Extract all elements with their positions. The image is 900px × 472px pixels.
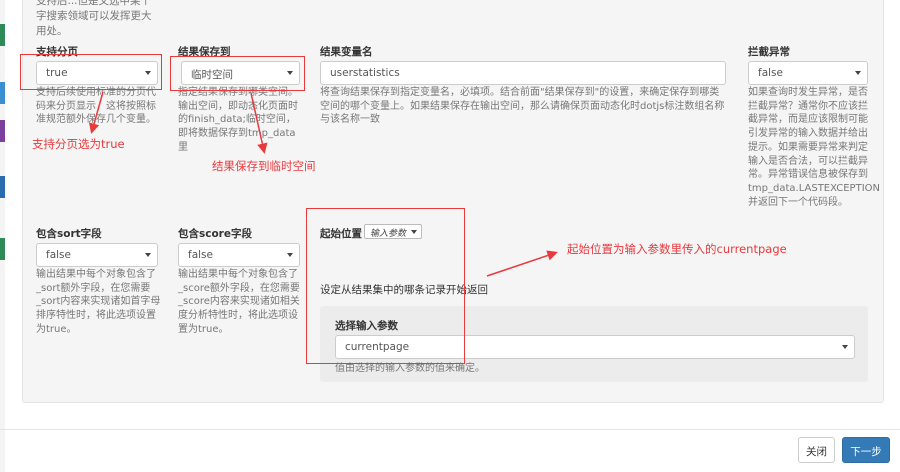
- intercept-help: 如果查询时发生异常，是否拦截异常？通常你不应该拦截异常，而是应该限制可能引发异常…: [748, 87, 880, 208]
- chevron-down-icon: [842, 345, 848, 349]
- save-to-help: 指定结果保存到哪类空间。输出空间，即动态化页面时的finish_data;临时空…: [178, 87, 298, 153]
- chevron-down-icon: [287, 253, 293, 257]
- strip-tab: [0, 24, 5, 46]
- intercept-select[interactable]: false: [748, 61, 868, 85]
- chevron-down-icon: [145, 253, 151, 257]
- annotation-box-start: [306, 208, 465, 364]
- next-button[interactable]: 下一步: [842, 437, 890, 463]
- strip-tab: [0, 238, 5, 260]
- sort-select-value: false: [46, 249, 71, 261]
- sort-label: 包含sort字段: [36, 228, 102, 240]
- footer-divider: [0, 429, 900, 430]
- annotation-box-paging: [20, 54, 162, 90]
- input-param-help: 值由选择的输入参数的值来确定。: [335, 363, 485, 374]
- strip-tab: [0, 120, 5, 142]
- score-label: 包含score字段: [178, 228, 252, 240]
- strip-tab: [0, 82, 5, 104]
- intercept-label: 拦截异常: [748, 46, 790, 58]
- annotation-box-save-to: [170, 56, 305, 91]
- chevron-down-icon: [855, 71, 861, 75]
- left-edge-strip: [0, 0, 5, 472]
- annotation-start: 起始位置为输入参数里传入的currentpage: [567, 242, 787, 256]
- annotation-save-to: 结果保存到临时空间: [212, 159, 316, 173]
- result-var-label: 结果变量名: [320, 46, 373, 58]
- result-var-input[interactable]: userstatistics: [320, 61, 726, 85]
- annotation-paging: 支持分页选为true: [32, 137, 125, 151]
- score-select-value: false: [188, 249, 213, 261]
- result-var-help: 将查询结果保存到指定变量名，必填项。结合前面"结果保存到"的设置，来确定保存到哪…: [320, 87, 725, 126]
- sort-help: 输出结果中每个对象包含了_sort额外字段，在您需要_sort内容来实现诸如首字…: [36, 269, 161, 335]
- intercept-select-value: false: [758, 67, 783, 79]
- score-select[interactable]: false: [178, 243, 300, 267]
- close-button[interactable]: 关闭: [798, 437, 835, 463]
- top-help-text: 支持后...但是文选中某个字搜索领域可以发挥更大用处。: [36, 0, 152, 37]
- paging-help: 支持后续使用标准的分页代码来分页显示，这将按照标准规范额外保存几个变量。: [36, 87, 156, 126]
- sort-select[interactable]: false: [36, 243, 158, 267]
- score-help: 输出结果中每个对象包含了_score额外字段，在您需要_score内容来实现诸如…: [178, 269, 300, 335]
- strip-tab: [0, 176, 5, 198]
